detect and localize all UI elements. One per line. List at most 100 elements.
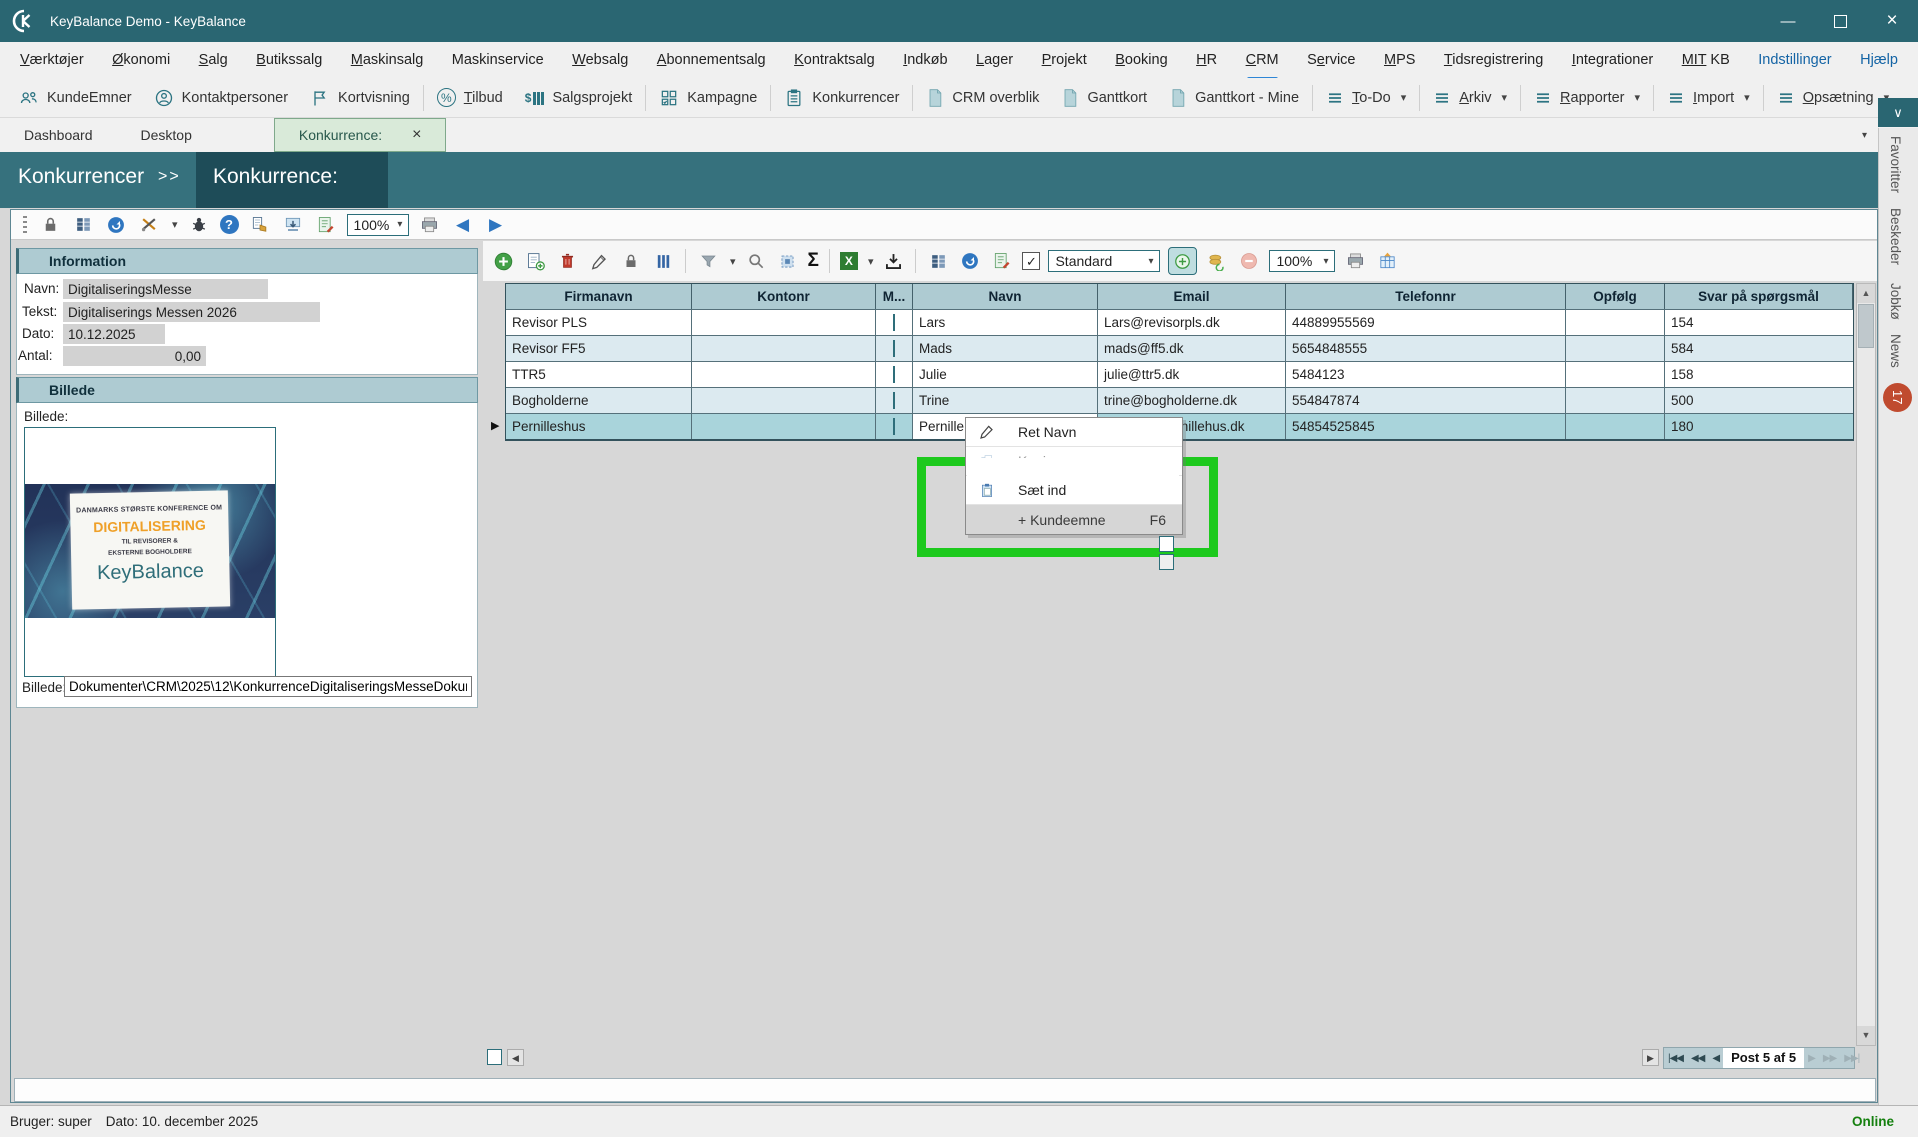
tab-konkurrence[interactable]: Konkurrence: × [274,118,447,152]
ribbon-import-menu[interactable]: Import ▾ [1656,89,1761,107]
column-header-kontonr[interactable]: Kontonr [692,284,876,309]
column-header-svar[interactable]: Svar på spørgsmål [1665,284,1853,309]
news-count-badge[interactable]: 17 [1883,383,1912,412]
ribbon-rapporter-menu[interactable]: Rapporter ▾ [1523,89,1651,107]
table-row[interactable]: Revisor FF5 Mads mads@ff5.dk 5654848555 … [506,336,1853,362]
menu-item-ret-navn[interactable]: Ret Navn [966,418,1182,447]
prev-page-button[interactable]: ◀◀ [1687,1053,1708,1064]
ribbon-ganttkort-mine-button[interactable]: Ganttkort - Mine [1158,88,1310,108]
paste-box-icon[interactable] [248,213,272,237]
menu-item-service[interactable]: Service [1307,47,1355,73]
next-record-button[interactable]: ▶ [1804,1053,1819,1064]
menu-item-butikssalg[interactable]: Butikssalg [256,47,322,73]
edit-pen-icon[interactable] [587,249,611,273]
next-page-button[interactable]: ▶▶ [1819,1053,1840,1064]
menu-item-indstillinger[interactable]: Indstillinger [1758,47,1831,73]
data-table-icon[interactable] [71,213,95,237]
chevron-down-icon[interactable]: ▾ [730,255,736,268]
navn-field[interactable] [63,279,268,299]
menu-item-okonomi[interactable]: Økonomi [112,47,170,73]
search-icon[interactable] [744,249,768,273]
grid-zoom-select[interactable]: 100%▾ [1269,250,1335,272]
menu-item-hr[interactable]: HR [1196,47,1217,73]
menu-item-crm[interactable]: CRM [1246,47,1279,73]
lock-icon[interactable] [38,213,62,237]
ribbon-kundeemner-button[interactable]: KundeEmner [8,88,143,108]
menu-item-mit-kb[interactable]: MIT KB [1682,47,1730,73]
maximize-button[interactable] [1814,0,1866,42]
hscroll-left-icon[interactable]: ◀ [507,1049,524,1066]
delete-record-icon[interactable] [555,249,579,273]
ribbon-kortvisning-button[interactable]: Kortvisning [299,88,421,108]
tab-desktop[interactable]: Desktop [117,118,216,152]
menu-item-maskinsalg[interactable]: Maskinsalg [351,47,424,73]
edit-list-icon[interactable] [990,249,1014,273]
minimize-button[interactable]: — [1762,0,1814,42]
close-button[interactable]: × [1866,0,1918,42]
menu-item-indkob[interactable]: Indkøb [903,47,947,73]
dock-item-jobko[interactable]: Jobkø [1888,283,1903,320]
row-checkbox[interactable] [893,392,895,409]
dock-collapse-button[interactable]: ∨ [1878,98,1918,127]
dato-field[interactable] [63,324,165,344]
menu-item-lager[interactable]: Lager [976,47,1013,73]
data-table-icon[interactable] [926,249,950,273]
debug-bug-icon[interactable] [187,213,211,237]
navigate-back-icon[interactable]: ◀ [451,213,475,237]
excel-export-icon[interactable]: X [840,252,858,270]
refresh-icon[interactable] [104,213,128,237]
add-document-icon[interactable] [523,249,547,273]
menu-item-integrationer[interactable]: Integrationer [1572,47,1653,73]
coins-refresh-icon[interactable] [1205,249,1229,273]
menu-item-projekt[interactable]: Projekt [1042,47,1087,73]
dock-item-news[interactable]: News [1888,334,1903,368]
ribbon-salgsprojekt-button[interactable]: $ Salgsprojekt [514,90,643,106]
breadcrumb-root[interactable]: Konkurrencer [18,165,144,189]
chevron-down-icon[interactable]: ▾ [868,255,874,268]
close-tab-icon[interactable]: × [412,126,421,144]
tekst-field[interactable] [63,302,320,322]
grid-vertical-scrollbar[interactable]: ▲ ▼ [1856,283,1876,1046]
sum-sigma-icon[interactable]: Σ [808,250,819,272]
hscroll-right-icon[interactable]: ▶ [1642,1049,1659,1066]
grip-handle[interactable] [21,215,29,235]
menu-item-websalg[interactable]: Websalg [572,47,628,73]
table-row[interactable]: Revisor PLS Lars Lars@revisorpls.dk 4488… [506,310,1853,336]
column-header-m[interactable]: M... [876,284,913,309]
menu-item-kundeemne[interactable]: + Kundeemne F6 [966,505,1182,534]
help-icon[interactable]: ? [220,215,239,234]
tools-icon[interactable] [137,213,161,237]
grid-profile-select[interactable]: Standard▾ [1048,250,1160,272]
filter-funnel-icon[interactable] [696,249,720,273]
ribbon-todo-menu[interactable]: To-Do ▾ [1315,89,1417,107]
column-header-firmanavn[interactable]: Firmanavn [506,284,692,309]
row-checkbox[interactable] [893,314,895,331]
chevron-down-icon[interactable]: ▾ [172,218,178,231]
scrollbar-thumb[interactable] [1858,304,1874,348]
columns-icon[interactable] [651,249,675,273]
scroll-up-icon[interactable]: ▲ [1857,284,1875,303]
remove-icon[interactable] [1237,249,1261,273]
ribbon-konkurrencer-button[interactable]: Konkurrencer [773,88,910,108]
edit-list-icon[interactable] [314,213,338,237]
menu-item-maskinservice[interactable]: Maskinservice [452,47,544,73]
table-export-icon[interactable] [1375,249,1399,273]
scroll-down-icon[interactable]: ▼ [1857,1026,1875,1045]
menu-item-kontraktsalg[interactable]: Kontraktsalg [794,47,875,73]
add-view-button[interactable] [1168,247,1197,275]
navigate-forward-icon[interactable]: ▶ [484,213,508,237]
dock-item-beskeder[interactable]: Beskeder [1888,208,1903,265]
lock-icon[interactable] [619,249,643,273]
ribbon-ganttkort-button[interactable]: Ganttkort [1050,88,1158,108]
last-record-button[interactable]: ▶▶| [1840,1053,1863,1064]
menu-item-abonnementsalg[interactable]: Abonnementsalg [657,47,766,73]
import-screen-icon[interactable] [281,213,305,237]
antal-field[interactable] [63,346,206,366]
ribbon-kontaktpersoner-button[interactable]: Kontaktpersoner [143,88,299,108]
first-record-button[interactable]: |◀◀ [1664,1053,1687,1064]
prev-record-button[interactable]: ◀ [1708,1053,1723,1064]
column-header-opfolg[interactable]: Opfølg [1566,284,1665,309]
menu-item-booking[interactable]: Booking [1115,47,1167,73]
ribbon-crm-overblik-button[interactable]: CRM overblik [915,88,1050,108]
row-checkbox[interactable] [893,366,895,383]
